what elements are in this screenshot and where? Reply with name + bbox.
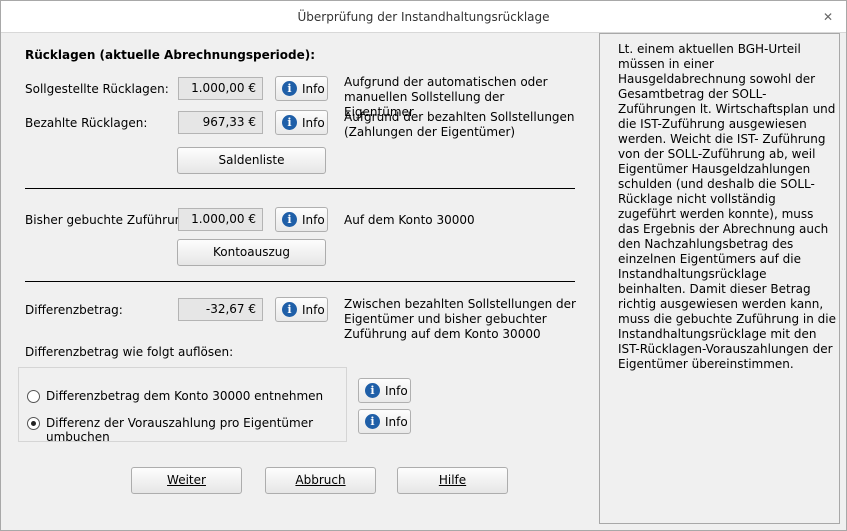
- dialog-window: Überprüfung der Instandhaltungsrücklage …: [0, 0, 847, 531]
- option2-radio[interactable]: [27, 417, 40, 430]
- main-panel: Rücklagen (aktuelle Abrechnungsperiode):…: [9, 33, 594, 523]
- zufuehrung-info-button[interactable]: i Info: [275, 207, 328, 232]
- saldenliste-button[interactable]: Saldenliste: [177, 147, 326, 174]
- info-button-label: Info: [302, 116, 325, 130]
- bezahlt-amount-field: 967,33 €: [178, 111, 263, 134]
- weiter-button[interactable]: Weiter: [131, 467, 242, 494]
- option1-label[interactable]: Differenzbetrag dem Konto 30000 entnehme…: [46, 389, 323, 403]
- bezahlt-description: Aufgrund der bezahlten Sollstellungen (Z…: [344, 110, 575, 139]
- info-button-label: Info: [302, 82, 325, 96]
- info-button-label: Info: [302, 303, 325, 317]
- zufuehrung-amount-field: 1.000,00 €: [178, 208, 263, 231]
- soll-label: Sollgestellte Rücklagen:: [25, 82, 169, 96]
- option1-info-button[interactable]: i Info: [358, 378, 411, 403]
- weiter-label: Weiter: [167, 473, 206, 487]
- soll-amount-field: 1.000,00 €: [178, 77, 263, 100]
- resolve-options-group: Differenzbetrag dem Konto 30000 entnehme…: [18, 367, 347, 444]
- close-icon[interactable]: ✕: [822, 11, 834, 23]
- title-bar: Überprüfung der Instandhaltungsrücklage …: [1, 1, 846, 33]
- bezahlt-info-button[interactable]: i Info: [275, 110, 328, 135]
- info-icon: i: [282, 302, 297, 317]
- differenz-description: Zwischen bezahlten Sollstellungen der Ei…: [344, 297, 576, 341]
- info-icon: i: [365, 414, 380, 429]
- help-side-panel: Lt. einem aktuellen BGH-Urteil müssen in…: [599, 33, 840, 524]
- window-title: Überprüfung der Instandhaltungsrücklage: [297, 10, 550, 24]
- info-button-label: Info: [302, 213, 325, 227]
- info-button-label: Info: [385, 415, 408, 429]
- abbruch-button[interactable]: Abbruch: [265, 467, 376, 494]
- soll-info-button[interactable]: i Info: [275, 76, 328, 101]
- option2-label[interactable]: Differenz der Vorauszahlung pro Eigentüm…: [46, 416, 346, 444]
- option1-radio[interactable]: [27, 390, 40, 403]
- option2-info-button[interactable]: i Info: [358, 409, 411, 434]
- divider: [25, 281, 575, 282]
- kontoauszug-button[interactable]: Kontoauszug: [177, 239, 326, 266]
- differenz-info-button[interactable]: i Info: [275, 297, 328, 322]
- divider: [25, 188, 575, 189]
- info-icon: i: [282, 81, 297, 96]
- hilfe-label: Hilfe: [438, 473, 467, 487]
- resolve-label: Differenzbetrag wie folgt auflösen:: [25, 345, 234, 359]
- info-icon: i: [365, 383, 380, 398]
- zufuehrung-description: Auf dem Konto 30000: [344, 213, 475, 227]
- differenz-amount-field: -32,67 €: [178, 298, 263, 321]
- info-button-label: Info: [385, 384, 408, 398]
- info-icon: i: [282, 212, 297, 227]
- hilfe-button[interactable]: Hilfe: [397, 467, 508, 494]
- abbruch-label: Abbruch: [295, 473, 346, 487]
- zufuehrung-label: Bisher gebuchte Zuführung:: [25, 213, 194, 227]
- reserves-heading: Rücklagen (aktuelle Abrechnungsperiode):: [25, 48, 316, 62]
- differenz-label: Differenzbetrag:: [25, 303, 123, 317]
- info-icon: i: [282, 115, 297, 130]
- bezahlt-label: Bezahlte Rücklagen:: [25, 116, 148, 130]
- help-text: Lt. einem aktuellen BGH-Urteil müssen in…: [618, 42, 837, 371]
